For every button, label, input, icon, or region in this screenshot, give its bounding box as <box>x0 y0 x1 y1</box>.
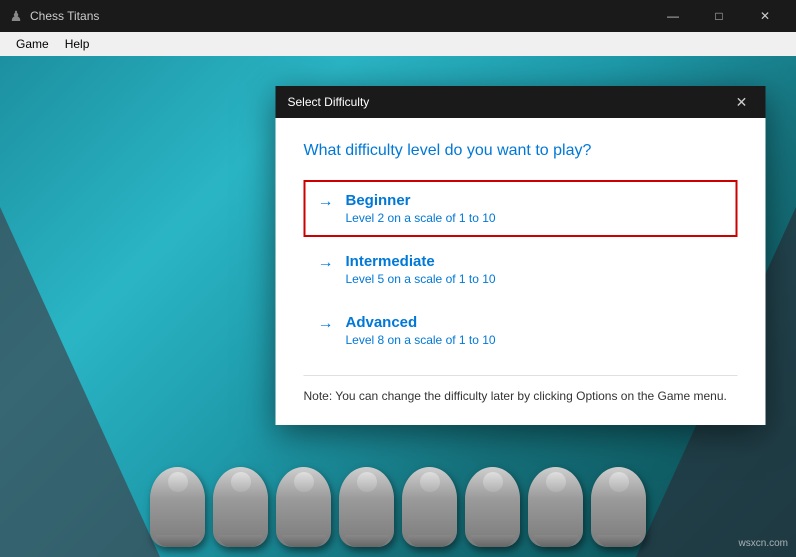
arrow-icon-beginner: → <box>318 193 334 211</box>
arrow-icon-intermediate: → <box>318 254 334 272</box>
chess-piece <box>465 467 520 547</box>
chess-piece <box>402 467 457 547</box>
app-title: Chess Titans <box>30 9 650 23</box>
dialog-body: What difficulty level do you want to pla… <box>276 118 766 425</box>
app-window: ♟ Chess Titans — □ ✕ Game Help <box>0 0 796 557</box>
advanced-desc: Level 8 on a scale of 1 to 10 <box>346 333 496 347</box>
advanced-info: Advanced Level 8 on a scale of 1 to 10 <box>346 314 496 347</box>
chess-piece <box>591 467 646 547</box>
arrow-icon-advanced: → <box>318 315 334 333</box>
difficulty-option-advanced[interactable]: → Advanced Level 8 on a scale of 1 to 10 <box>304 302 738 359</box>
app-icon: ♟ <box>8 8 24 24</box>
dialog-title: Select Difficulty <box>288 95 370 109</box>
intermediate-info: Intermediate Level 5 on a scale of 1 to … <box>346 253 496 286</box>
chess-piece <box>213 467 268 547</box>
beginner-name: Beginner <box>346 192 496 209</box>
intermediate-desc: Level 5 on a scale of 1 to 10 <box>346 272 496 286</box>
watermark: wsxcn.com <box>739 538 788 549</box>
chess-piece <box>528 467 583 547</box>
beginner-desc: Level 2 on a scale of 1 to 10 <box>346 211 496 225</box>
menu-item-help[interactable]: Help <box>57 35 98 53</box>
menu-item-game[interactable]: Game <box>8 35 57 53</box>
chess-piece <box>276 467 331 547</box>
beginner-info: Beginner Level 2 on a scale of 1 to 10 <box>346 192 496 225</box>
dialog-question: What difficulty level do you want to pla… <box>304 142 738 160</box>
dialog-note: Note: You can change the difficulty late… <box>304 375 738 405</box>
chess-piece <box>150 467 205 547</box>
select-difficulty-dialog: Select Difficulty ✕ What difficulty leve… <box>276 86 766 425</box>
chess-pieces-row <box>0 437 796 557</box>
dialog-close-button[interactable]: ✕ <box>730 92 754 112</box>
title-bar: ♟ Chess Titans — □ ✕ <box>0 0 796 32</box>
dialog-title-bar: Select Difficulty ✕ <box>276 86 766 118</box>
chess-piece <box>339 467 394 547</box>
close-button[interactable]: ✕ <box>742 0 788 32</box>
advanced-name: Advanced <box>346 314 496 331</box>
game-area: Select Difficulty ✕ What difficulty leve… <box>0 56 796 557</box>
difficulty-option-intermediate[interactable]: → Intermediate Level 5 on a scale of 1 t… <box>304 241 738 298</box>
difficulty-option-beginner[interactable]: → Beginner Level 2 on a scale of 1 to 10 <box>304 180 738 237</box>
intermediate-name: Intermediate <box>346 253 496 270</box>
window-controls: — □ ✕ <box>650 0 788 32</box>
minimize-button[interactable]: — <box>650 0 696 32</box>
maximize-button[interactable]: □ <box>696 0 742 32</box>
menu-bar: Game Help <box>0 32 796 56</box>
